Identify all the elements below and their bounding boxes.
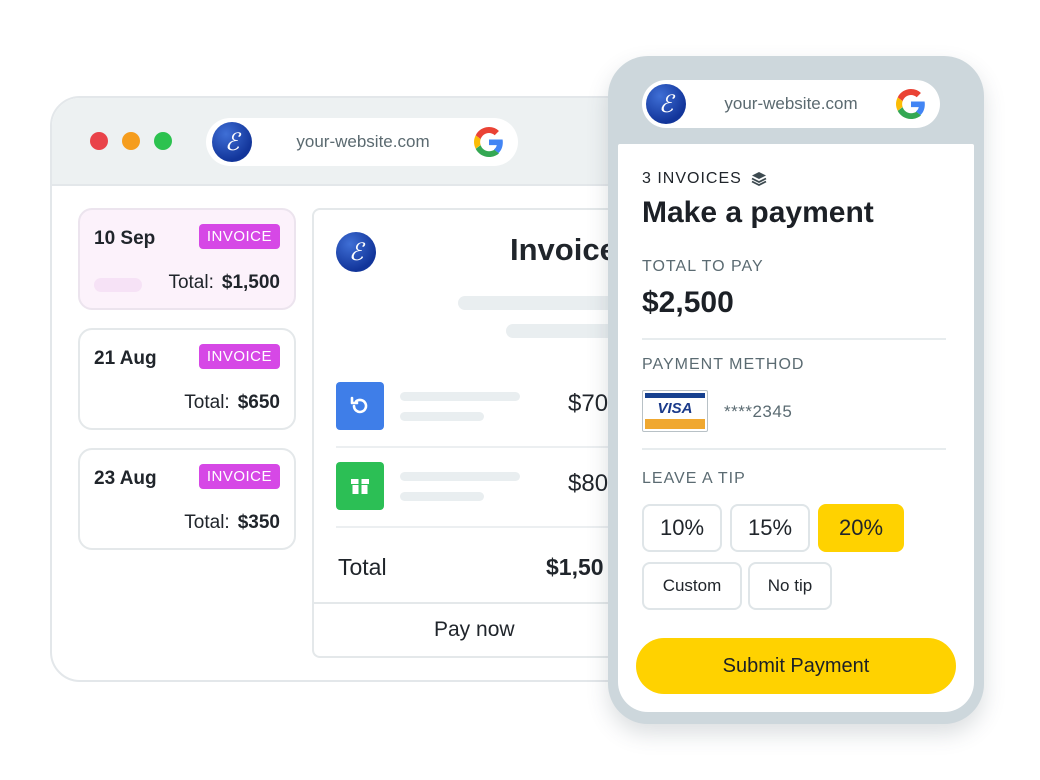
invoice-total: Total: $1,500 — [168, 272, 280, 294]
tip-10-button[interactable]: 10% — [642, 504, 722, 552]
card-stripe — [645, 419, 705, 429]
invoice-card[interactable]: 23 Aug INVOICE Total: $350 — [78, 448, 296, 550]
browser-toolbar: ℰ your-website.com — [52, 98, 668, 186]
invoice-total-label: Total: — [168, 272, 214, 293]
submit-payment-button[interactable]: Submit Payment — [636, 638, 956, 694]
box-icon — [336, 462, 384, 510]
divider — [642, 448, 946, 450]
tip-custom-button[interactable]: Custom — [642, 562, 742, 610]
invoice-date: 23 Aug — [94, 468, 157, 489]
maximize-window-button[interactable] — [154, 132, 172, 150]
invoice-total-amount: $650 — [237, 392, 280, 413]
placeholder-bar — [400, 392, 520, 401]
invoice-total-amount: $350 — [237, 512, 280, 533]
placeholder-bar — [400, 492, 484, 501]
tip-15-button[interactable]: 15% — [730, 504, 810, 552]
placeholder-bar — [400, 412, 484, 421]
invoice-badge: INVOICE — [198, 344, 280, 369]
mobile-address-bar[interactable]: ℰ your-website.com — [642, 80, 940, 128]
invoice-total-label: Total: — [184, 392, 230, 413]
invoice-total: Total: $650 — [184, 392, 280, 414]
minimize-window-button[interactable] — [122, 132, 140, 150]
card-stripe — [645, 393, 705, 398]
page-title: Make a payment — [642, 196, 874, 229]
divider — [642, 338, 946, 340]
invoice-title: Invoice — [510, 232, 617, 267]
placeholder-bar — [94, 278, 142, 292]
tip-label: LEAVE A TIP — [642, 470, 746, 487]
line-item-amount: $80 — [568, 470, 609, 497]
url-text: your-website.com — [296, 132, 430, 151]
site-logo-icon: ℰ — [646, 84, 686, 124]
line-item-amount: $70 — [568, 390, 609, 417]
invoice-card[interactable]: 10 Sep INVOICE Total: $1,500 — [78, 208, 296, 310]
address-bar[interactable]: ℰ your-website.com — [206, 118, 518, 166]
company-logo-icon: ℰ — [336, 232, 376, 272]
invoice-badge: INVOICE — [198, 464, 280, 489]
invoice-total-amount: $1,500 — [221, 272, 280, 293]
invoice-date: 21 Aug — [94, 348, 157, 369]
browser-window: ℰ your-website.com 10 Sep INVOICE Total:… — [50, 96, 670, 682]
mobile-device: ℰ your-website.com 3 INVOICES Make a pay… — [608, 56, 984, 724]
invoice-count: 3 INVOICES — [642, 170, 768, 188]
close-window-button[interactable] — [90, 132, 108, 150]
placeholder-bar — [400, 472, 520, 481]
card-number: ****2345 — [724, 402, 793, 421]
invoice-total-amount: $1,50 — [546, 554, 604, 580]
refresh-icon — [336, 382, 384, 430]
invoice-count-label: 3 INVOICES — [642, 170, 742, 187]
pay-now-label: Pay now — [434, 618, 515, 641]
invoice-total-label: Total — [338, 554, 387, 580]
payment-screen: 3 INVOICES Make a payment TOTAL TO PAY $… — [618, 144, 974, 712]
layers-icon — [751, 172, 767, 187]
invoice-badge: INVOICE — [198, 224, 280, 249]
invoice-card[interactable]: 21 Aug INVOICE Total: $650 — [78, 328, 296, 430]
google-icon — [896, 89, 925, 119]
total-to-pay-amount: $2,500 — [642, 286, 734, 319]
visa-card-icon[interactable]: VISA — [642, 390, 708, 432]
total-to-pay-label: TOTAL TO PAY — [642, 258, 764, 275]
tip-20-button[interactable]: 20% — [818, 504, 904, 552]
no-tip-button[interactable]: No tip — [748, 562, 832, 610]
google-icon — [474, 127, 503, 157]
payment-method-label: PAYMENT METHOD — [642, 356, 805, 373]
invoice-date: 10 Sep — [94, 228, 156, 249]
invoice-total-label: Total: — [184, 512, 230, 533]
card-brand: VISA — [657, 400, 693, 417]
url-text: your-website.com — [724, 94, 858, 113]
site-logo-icon: ℰ — [212, 122, 252, 162]
invoice-total: Total: $350 — [184, 512, 280, 534]
